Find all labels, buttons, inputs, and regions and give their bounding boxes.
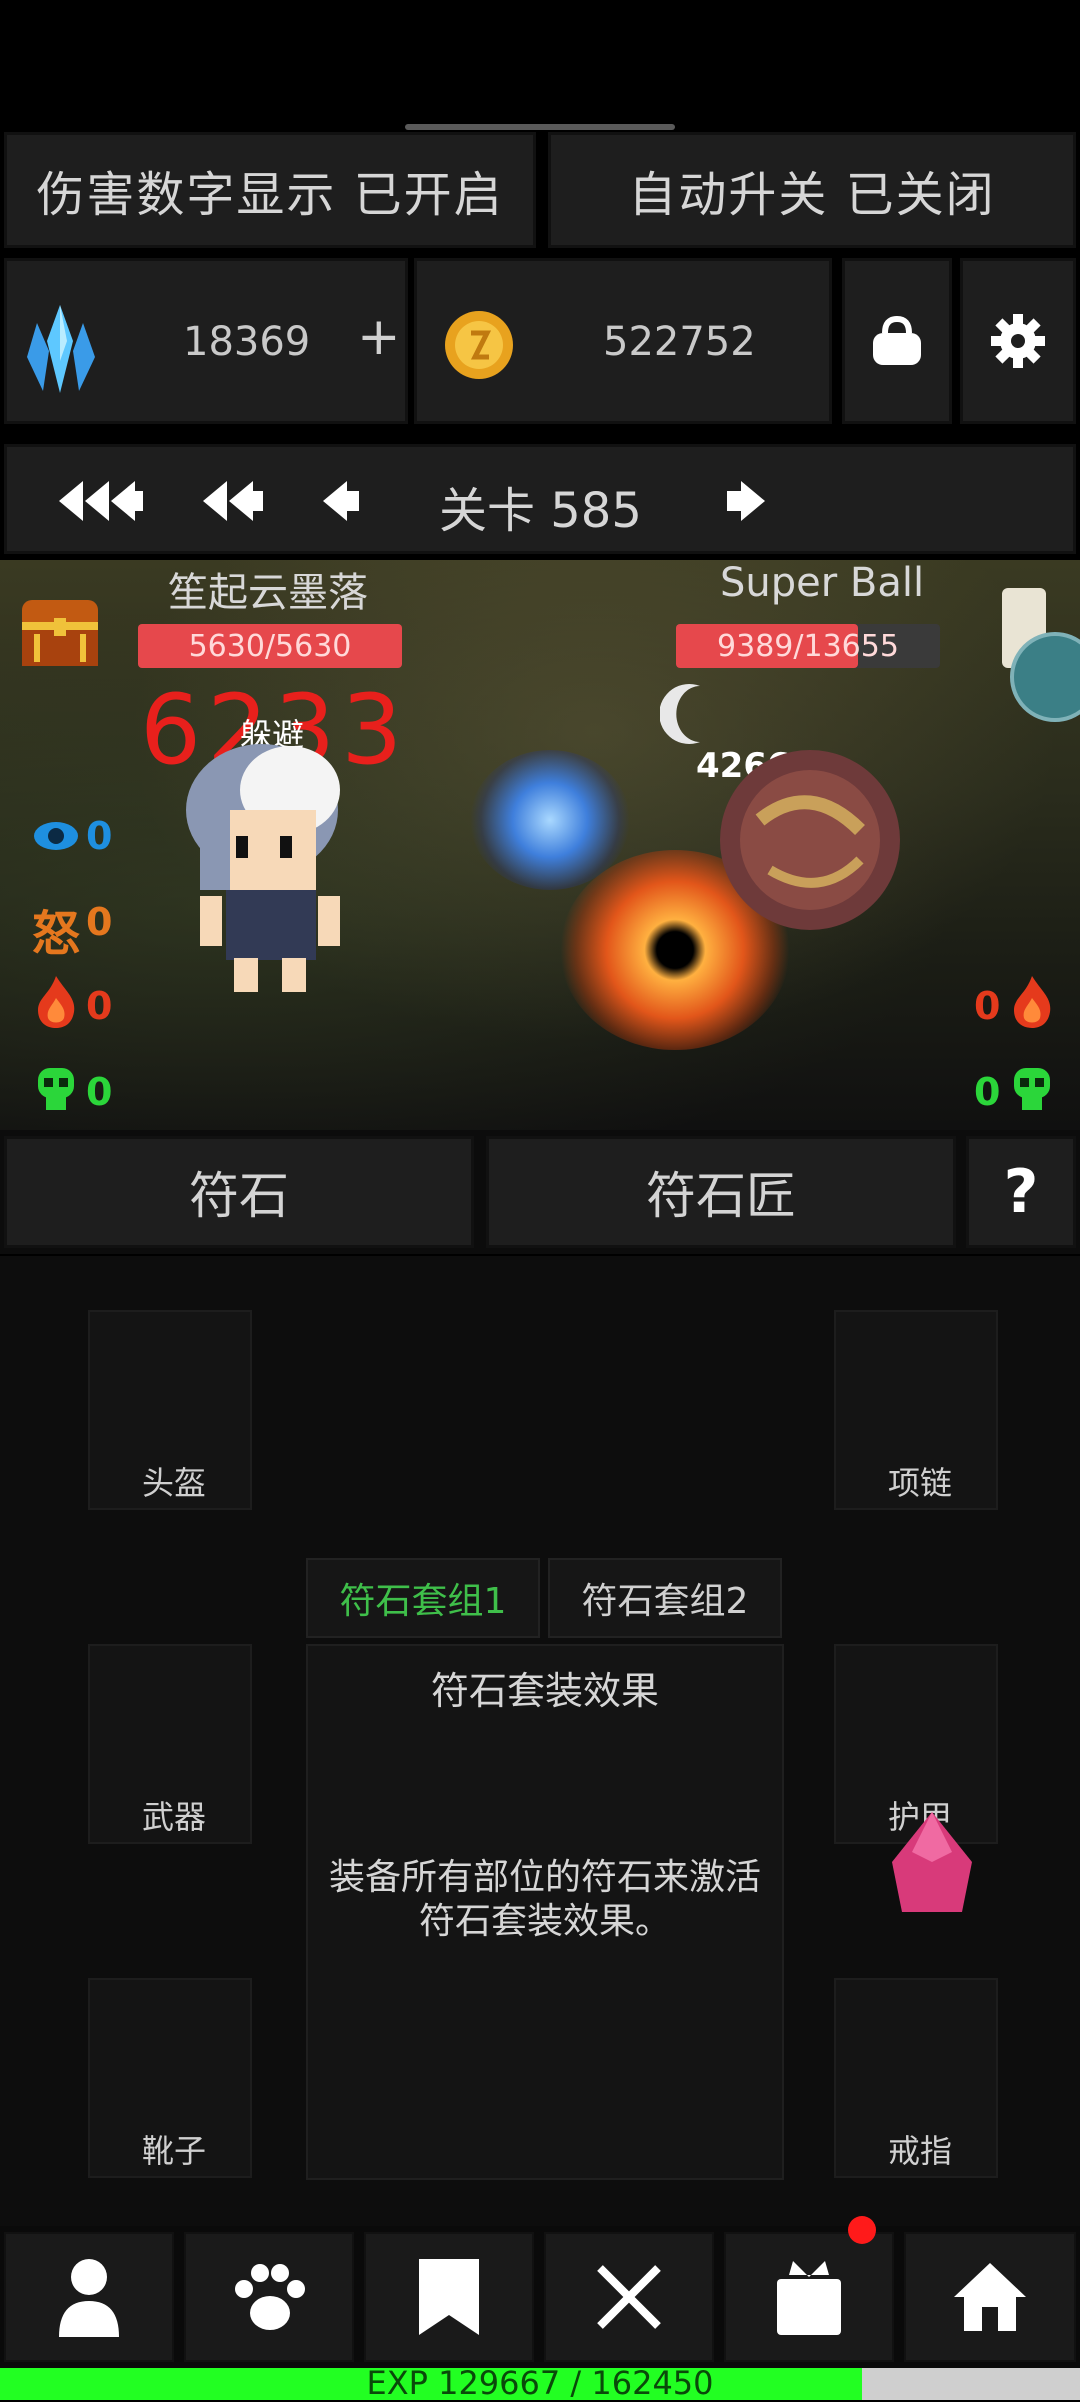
crystal-value: 18369 [183, 319, 311, 365]
nav-battle-button[interactable] [544, 2232, 714, 2362]
help-button[interactable]: ? [966, 1136, 1076, 1248]
slot-weapon-label: 武器 [142, 1798, 207, 1836]
rune-set-1-label: 符石套组1 [339, 1581, 507, 1622]
nav-pet-button[interactable] [184, 2232, 354, 2362]
rune-set-effect-title: 符石套装效果 [430, 1669, 659, 1713]
slot-necklace[interactable]: 项链 [834, 1310, 998, 1510]
pink-armor-icon [892, 1812, 972, 1912]
bag-button[interactable] [842, 258, 952, 424]
crystal-panel: 18369 + [4, 258, 408, 424]
player-hp-bar: 5630/5630 [138, 624, 402, 668]
exp-bar-track: EXP 129667 / 162450 [0, 2364, 1080, 2402]
right-arrow-icon[interactable] [721, 477, 765, 525]
damage-display-label: 伤害数字显示 已开启 [36, 167, 504, 223]
player-skull-stat-value: 0 [86, 1070, 113, 1114]
blue-crystal-icon [27, 305, 95, 393]
double-left-arrow-icon[interactable] [203, 477, 269, 525]
help-icon: ? [1003, 1157, 1039, 1227]
player-hp-text: 5630/5630 [188, 628, 352, 664]
fire-icon [38, 976, 75, 1028]
stage-label: 关卡 585 [439, 483, 642, 539]
auto-switch-toggle[interactable]: 自动升关 已关闭 [548, 132, 1076, 248]
damage-display-toggle[interactable]: 伤害数字显示 已开启 [4, 132, 536, 248]
slot-boots-label: 靴子 [142, 2132, 207, 2170]
coin-panel: 522752 [414, 258, 832, 424]
enemy-fire-stat-value: 0 [974, 984, 1001, 1028]
slot-armor[interactable]: 护甲 [834, 1644, 998, 1912]
quest-scroll[interactable] [990, 582, 1080, 722]
exp-text: EXP 129667 / 162450 [366, 2364, 714, 2402]
gift-icon [777, 2261, 841, 2335]
enemy-name: Super Ball [720, 560, 925, 606]
rune-set-2-label: 符石套组2 [581, 1581, 749, 1622]
crescent-moon-icon [660, 684, 700, 744]
status-area [0, 0, 1080, 110]
tab-rune-smith-label: 符石匠 [646, 1167, 796, 1225]
rune-set-1-tab[interactable]: 符石套组1 [306, 1558, 540, 1638]
eye-icon [34, 822, 78, 850]
add-crystal-button[interactable]: + [357, 307, 401, 367]
nav-gift-button[interactable] [724, 2216, 894, 2362]
slot-boots[interactable]: 靴子 [88, 1978, 252, 2178]
bookmark-icon [419, 2259, 479, 2335]
slot-helmet[interactable]: 头盔 [88, 1310, 252, 1510]
gear-icon [991, 314, 1045, 368]
slot-helmet-label: 头盔 [142, 1464, 207, 1502]
rage-stat-value: 0 [86, 900, 113, 944]
player-character [186, 744, 340, 992]
slot-weapon[interactable]: 武器 [88, 1644, 252, 1844]
slot-ring-label: 戒指 [888, 2132, 953, 2170]
player-name: 笙起云墨落 [168, 570, 368, 616]
rune-set-effect-panel: 符石套装效果 装备所有部位的符石来激活符石套装效果。 [306, 1644, 784, 2180]
bag-icon [873, 315, 921, 365]
gift-notification-dot [848, 2216, 876, 2244]
eye-stat-value: 0 [86, 814, 113, 858]
pet-paw-icon [235, 2264, 305, 2330]
player-fire-stat-value: 0 [86, 984, 113, 1028]
treasure-chest-icon[interactable] [18, 590, 102, 670]
character-icon [59, 2259, 119, 2337]
tab-rune-smith[interactable]: 符石匠 [486, 1136, 956, 1248]
slot-necklace-label: 项链 [888, 1464, 953, 1502]
tab-rune-label: 符石 [189, 1167, 289, 1225]
stage-nav-bar: 关卡 585 [4, 444, 1076, 554]
rage-icon: 怒 [32, 906, 81, 962]
triple-left-arrow-icon[interactable] [59, 477, 145, 525]
left-arrow-icon[interactable] [323, 477, 367, 525]
rune-set-2-tab[interactable]: 符石套组2 [548, 1558, 782, 1638]
gold-coin-icon [445, 311, 513, 379]
home-icon [954, 2263, 1026, 2331]
enemy-fire-icon [1014, 976, 1051, 1028]
battle-scene: 笙起云墨落 5630/5630 Super Ball 9389/13655 62… [0, 560, 1080, 1130]
skull-icon [38, 1068, 74, 1110]
rune-set-effect-desc: 装备所有部位的符石来激活符石套装效果。 [328, 1857, 761, 1942]
auto-switch-label: 自动升关 已关闭 [628, 167, 996, 223]
enemy-hp-track: 9389/13655 [676, 624, 940, 668]
nav-home-button[interactable] [904, 2232, 1076, 2362]
settings-button[interactable] [960, 258, 1076, 424]
slot-ring[interactable]: 戒指 [834, 1978, 998, 2178]
nav-character-button[interactable] [4, 2232, 174, 2362]
enemy-skull-icon [1014, 1068, 1050, 1110]
swords-icon [597, 2265, 661, 2329]
drag-handle[interactable] [405, 124, 675, 130]
coin-value: 522752 [603, 319, 756, 365]
tab-rune[interactable]: 符石 [4, 1136, 474, 1248]
enemy-super-ball [720, 750, 900, 930]
nav-bookmark-button[interactable] [364, 2232, 534, 2362]
enemy-skull-stat-value: 0 [974, 1070, 1001, 1114]
enemy-hp-text: 9389/13655 [717, 628, 899, 664]
